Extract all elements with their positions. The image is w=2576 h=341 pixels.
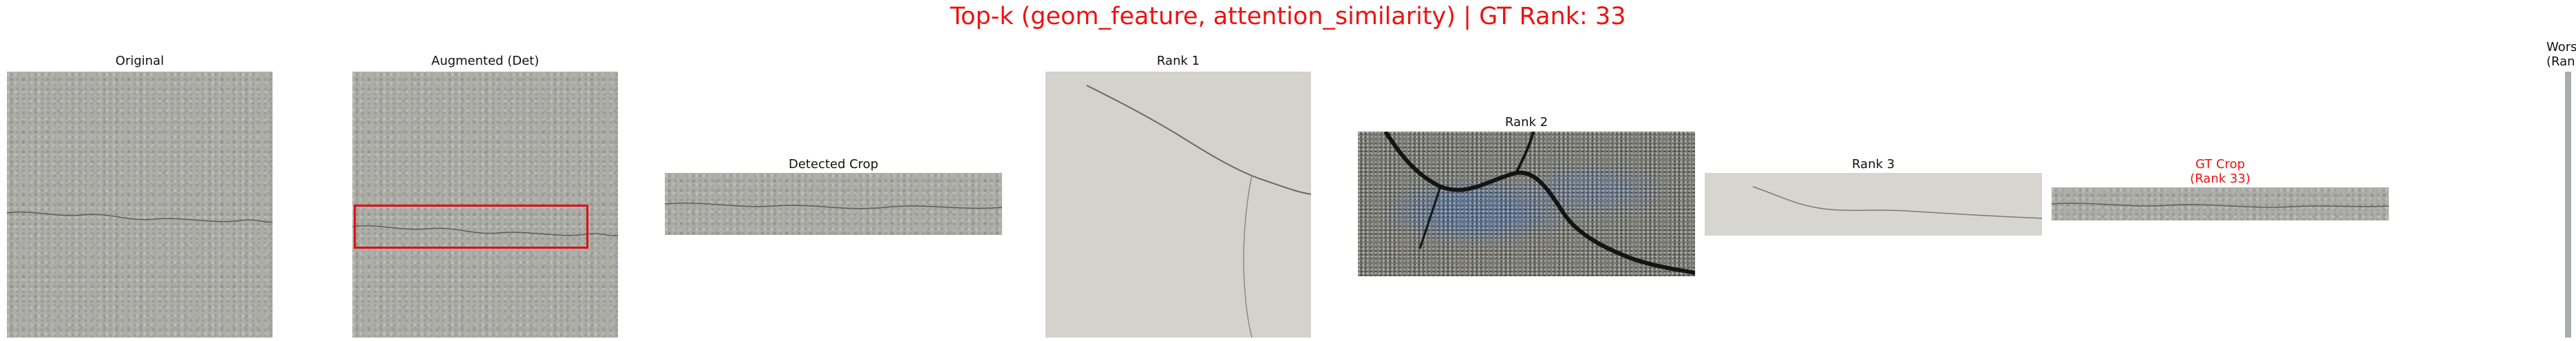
augmented-label: Augmented (Det)	[431, 54, 540, 68]
worst-label-line1: Worst	[2546, 40, 2576, 54]
rank2-label: Rank 2	[1504, 115, 1548, 130]
gt-crop-label-line1: GT Crop	[2195, 157, 2246, 172]
rank2-image	[1358, 132, 1695, 276]
rank3-image	[1705, 173, 2042, 236]
gt-crop-label: GT Crop (Rank 33)	[2052, 157, 2389, 186]
figure-title: Top-k (geom_feature, attention_similarit…	[950, 3, 1626, 30]
detected-crop-label: Detected Crop	[788, 157, 879, 172]
rank3-label: Rank 3	[1851, 157, 1895, 172]
worst-image	[2565, 72, 2571, 338]
gt-crop-label-line2: (Rank 33)	[2190, 172, 2250, 186]
detection-bounding-box	[354, 205, 588, 249]
original-label: Original	[115, 54, 164, 68]
original-image	[7, 72, 273, 338]
worst-label: Worst (Rank 148)	[2546, 40, 2576, 69]
worst-label-line2: (Rank 148)	[2546, 54, 2576, 69]
detected-crop-image	[665, 173, 1002, 235]
gt-crop-image	[2052, 187, 2389, 220]
rank1-label: Rank 1	[1156, 54, 1200, 68]
rank1-image	[1045, 72, 1311, 338]
augmented-image	[352, 72, 618, 338]
